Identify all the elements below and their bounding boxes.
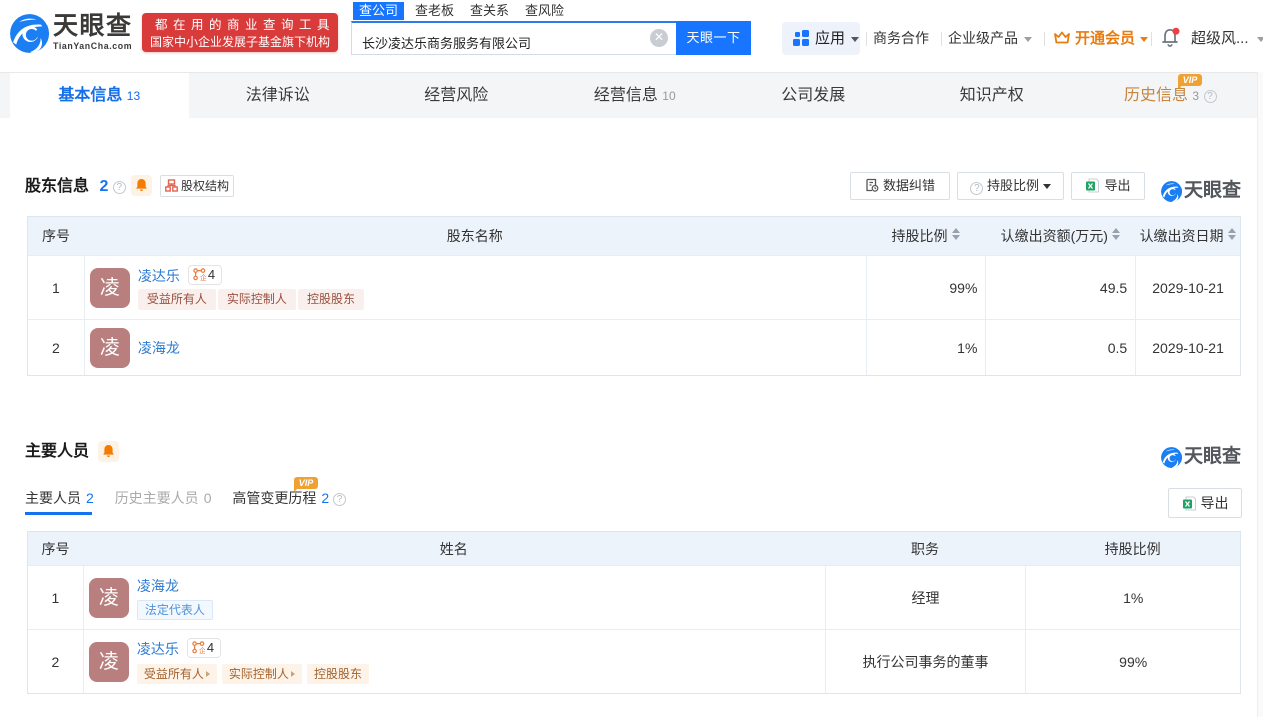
svg-text:企: 企 [199, 646, 205, 654]
svg-text:企: 企 [200, 273, 206, 281]
